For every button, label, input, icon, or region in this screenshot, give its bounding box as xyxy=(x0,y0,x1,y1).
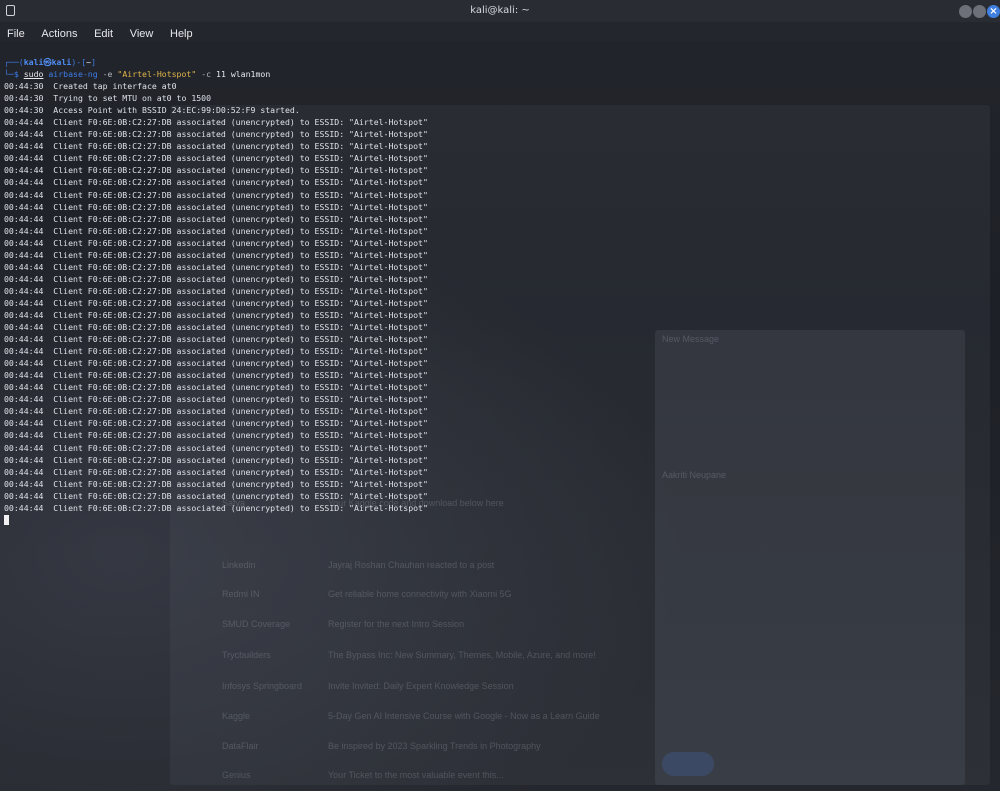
output-line: 00:44:44 Client F0:6E:0B:C2:27:DB associ… xyxy=(4,273,428,284)
ghost-row-sender: Linkedin xyxy=(222,560,256,570)
cmd-iface: wlan1mon xyxy=(230,69,271,80)
minimize-button[interactable] xyxy=(959,5,972,18)
output-line: 00:44:44 Client F0:6E:0B:C2:27:DB associ… xyxy=(4,466,428,477)
output-line: 00:44:44 Client F0:6E:0B:C2:27:DB associ… xyxy=(4,502,428,513)
menu-bar: File Actions Edit View Help xyxy=(0,22,1000,41)
ghost-row-sender: Kaggle xyxy=(222,711,251,721)
output-line: 00:44:44 Client F0:6E:0B:C2:27:DB associ… xyxy=(4,430,428,441)
window-titlebar[interactable]: kali@kali: ~ × xyxy=(0,0,1000,23)
output-line: 00:44:44 Client F0:6E:0B:C2:27:DB associ… xyxy=(4,394,428,405)
cmd-program: airbase-ng xyxy=(48,69,98,80)
ghost-row-subject: Invite Invited: Daily Expert Knowledge S… xyxy=(328,681,514,691)
cmd-opt-e: -e xyxy=(102,69,113,80)
ghost-row-subject: Be inspired by 2023 Sparkling Trends in … xyxy=(328,741,541,751)
ghost-row-subject: Your Ticket to the most valuable event t… xyxy=(328,770,504,780)
menu-actions[interactable]: Actions xyxy=(41,25,77,44)
ghost-row-subject: The Bypass Inc: New Summary, Themes, Mob… xyxy=(328,650,596,660)
ghost-row-sender: Infosys Springboard xyxy=(222,681,303,691)
output-line: 00:44:44 Client F0:6E:0B:C2:27:DB associ… xyxy=(4,406,428,417)
output-line: 00:44:44 Client F0:6E:0B:C2:27:DB associ… xyxy=(4,189,428,200)
output-line: 00:44:44 Client F0:6E:0B:C2:27:DB associ… xyxy=(4,237,428,248)
ghost-row-subject: Get reliable home connectivity with Xiao… xyxy=(328,589,512,599)
prompt-line: ┌──(kali㉿kali)-[~] xyxy=(4,57,97,67)
maximize-button[interactable] xyxy=(973,5,986,18)
ghost-row-subject: 5-Day Gen AI Intensive Course with Googl… xyxy=(328,711,600,721)
output-line: 00:44:30 Created tap interface at0 xyxy=(4,81,177,92)
cmd-sudo: sudo xyxy=(23,69,44,80)
output-line: 00:44:44 Client F0:6E:0B:C2:27:DB associ… xyxy=(4,141,428,152)
output-line: 00:44:44 Client F0:6E:0B:C2:27:DB associ… xyxy=(4,418,428,429)
menu-file[interactable]: File xyxy=(7,25,25,44)
output-line: 00:44:44 Client F0:6E:0B:C2:27:DB associ… xyxy=(4,322,428,333)
output-line: 00:44:44 Client F0:6E:0B:C2:27:DB associ… xyxy=(4,117,428,128)
ghost-row-sender: Genius xyxy=(222,770,251,780)
terminal-cursor xyxy=(4,515,9,526)
ghost-row-sender: Redmi IN xyxy=(222,589,260,599)
output-line: 00:44:44 Client F0:6E:0B:C2:27:DB associ… xyxy=(4,309,428,320)
output-line: 00:44:44 Client F0:6E:0B:C2:27:DB associ… xyxy=(4,165,428,176)
cmd-opt-c: -c xyxy=(201,69,212,80)
output-line: 00:44:44 Client F0:6E:0B:C2:27:DB associ… xyxy=(4,442,428,453)
output-line: 00:44:44 Client F0:6E:0B:C2:27:DB associ… xyxy=(4,213,428,224)
output-line: 00:44:44 Client F0:6E:0B:C2:27:DB associ… xyxy=(4,490,428,501)
output-line: 00:44:44 Client F0:6E:0B:C2:27:DB associ… xyxy=(4,249,428,260)
ghost-row-sender: DataFlair xyxy=(222,741,259,751)
cmd-channel: 11 xyxy=(216,69,226,80)
output-line: 00:44:44 Client F0:6E:0B:C2:27:DB associ… xyxy=(4,370,428,381)
output-line: 00:44:44 Client F0:6E:0B:C2:27:DB associ… xyxy=(4,201,428,212)
menu-help[interactable]: Help xyxy=(170,25,193,44)
ghost-row-sender: SMUD Coverage xyxy=(222,619,291,629)
output-line: 00:44:44 Client F0:6E:0B:C2:27:DB associ… xyxy=(4,153,428,164)
command-line: └─$ sudo airbase-ng -e "Airtel-Hotspot" … xyxy=(4,69,271,80)
window-title: kali@kali: ~ xyxy=(470,5,530,16)
output-line: 00:44:44 Client F0:6E:0B:C2:27:DB associ… xyxy=(4,346,428,357)
output-line: 00:44:44 Client F0:6E:0B:C2:27:DB associ… xyxy=(4,285,428,296)
prompt-user-host: kali㉿kali xyxy=(23,57,72,67)
cmd-essid: "Airtel-Hotspot" xyxy=(117,69,197,80)
menu-edit[interactable]: Edit xyxy=(94,25,113,44)
output-line: 00:44:30 Access Point with BSSID 24:EC:9… xyxy=(4,105,300,116)
output-line: 00:44:30 Trying to set MTU on at0 to 150… xyxy=(4,93,212,104)
output-line: 00:44:44 Client F0:6E:0B:C2:27:DB associ… xyxy=(4,261,428,272)
output-line: 00:44:44 Client F0:6E:0B:C2:27:DB associ… xyxy=(4,297,428,308)
output-line: 00:44:44 Client F0:6E:0B:C2:27:DB associ… xyxy=(4,334,428,345)
terminal-output-area[interactable]: ┌──(kali㉿kali)-[~] └─$ sudo airbase-ng -e… xyxy=(4,56,996,526)
output-line: 00:44:44 Client F0:6E:0B:C2:27:DB associ… xyxy=(4,177,428,188)
output-line: 00:44:44 Client F0:6E:0B:C2:27:DB associ… xyxy=(4,478,428,489)
output-line: 00:44:44 Client F0:6E:0B:C2:27:DB associ… xyxy=(4,454,428,465)
close-button[interactable]: × xyxy=(987,5,1000,18)
output-line: 00:44:44 Client F0:6E:0B:C2:27:DB associ… xyxy=(4,358,428,369)
prompt-dir: ~ xyxy=(86,57,92,67)
ghost-row-sender: Trycbuilders xyxy=(222,650,271,660)
ghost-row-subject: Jayraj Roshan Chauhan reacted to a post xyxy=(328,560,495,570)
output-line: 00:44:44 Client F0:6E:0B:C2:27:DB associ… xyxy=(4,129,428,140)
ghost-send-button xyxy=(662,752,714,776)
output-line: 00:44:44 Client F0:6E:0B:C2:27:DB associ… xyxy=(4,225,428,236)
output-lines: 00:44:30 Created tap interface at0 00:44:… xyxy=(4,80,996,514)
ghost-row-subject: Register for the next Intro Session xyxy=(328,619,465,629)
output-line: 00:44:44 Client F0:6E:0B:C2:27:DB associ… xyxy=(4,382,428,393)
menu-view[interactable]: View xyxy=(130,25,154,44)
